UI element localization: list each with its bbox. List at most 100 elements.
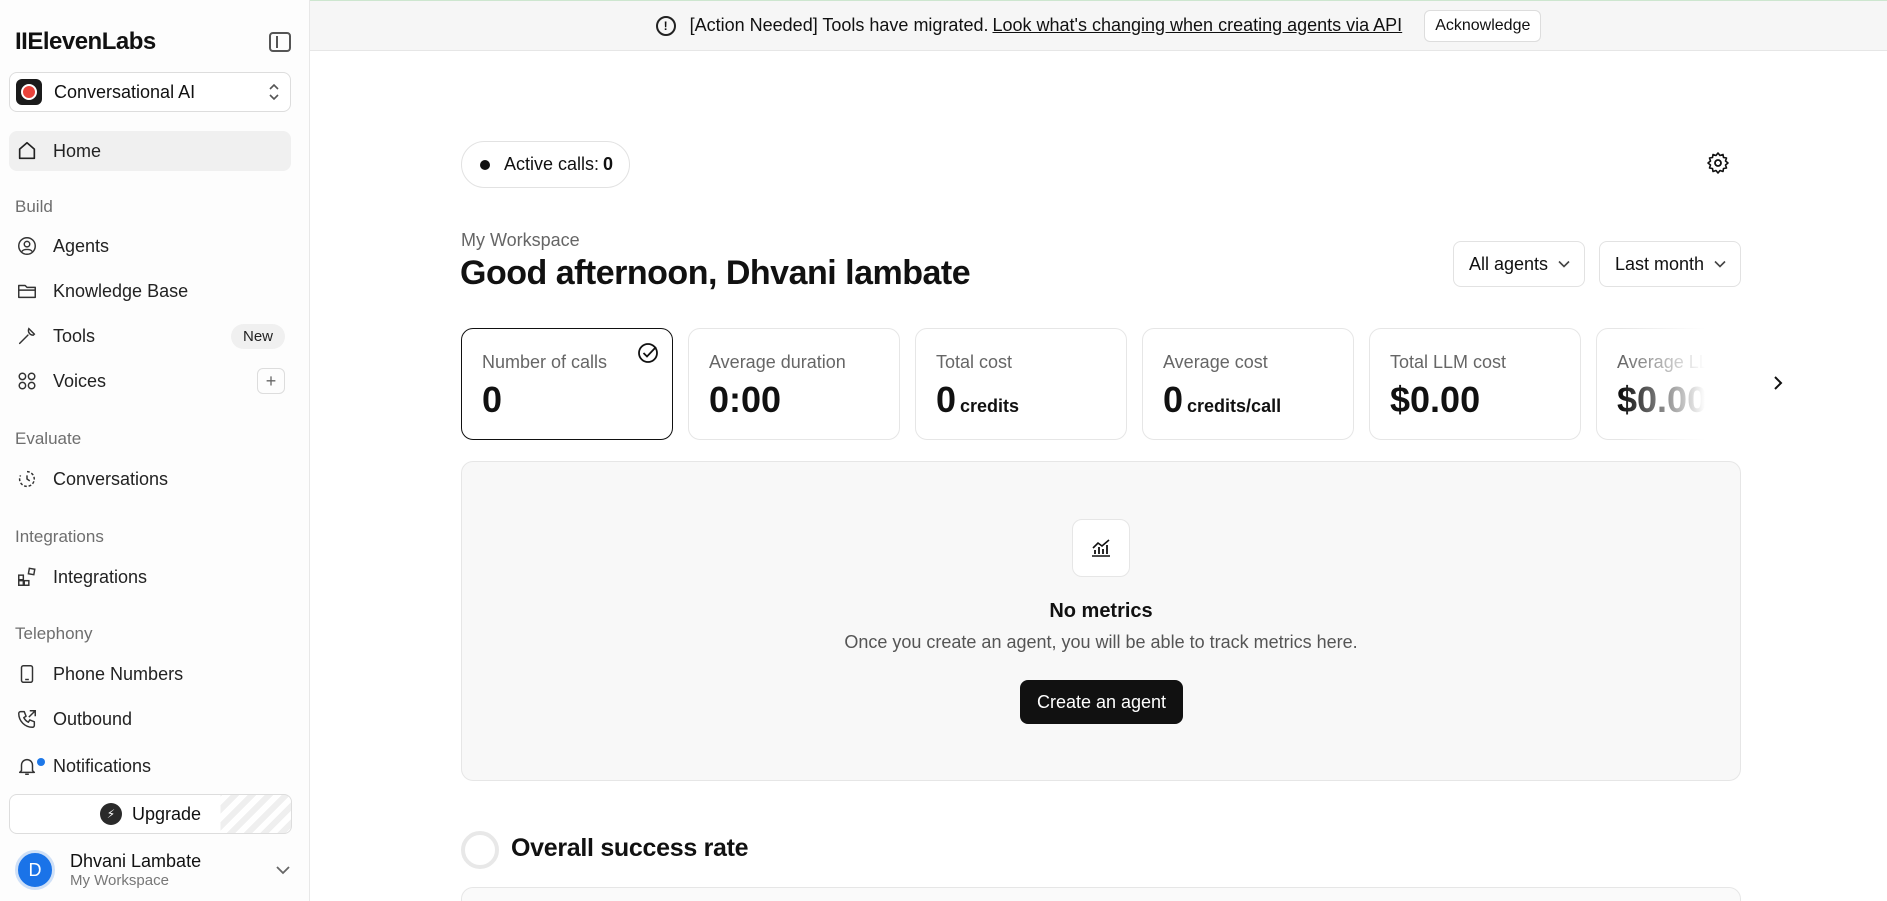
- sidebar-item-knowledge-base[interactable]: Knowledge Base: [9, 271, 291, 311]
- period-filter-label: Last month: [1615, 253, 1705, 274]
- sidebar-item-outbound[interactable]: Outbound: [9, 699, 291, 739]
- metrics-empty-state: No metrics Once you create an agent, you…: [461, 461, 1741, 781]
- metric-value: 0 credits/call: [1163, 379, 1333, 421]
- acknowledge-button[interactable]: Acknowledge: [1424, 9, 1542, 42]
- metric-number: $0.00: [1390, 379, 1481, 420]
- gear-icon[interactable]: [1706, 151, 1730, 175]
- sidebar-item-label: Voices: [53, 370, 107, 391]
- active-calls-label: Active calls:: [504, 154, 600, 174]
- user-name: Dhvani Lambate: [70, 851, 202, 871]
- create-agent-button[interactable]: Create an agent: [1020, 680, 1183, 724]
- metric-label: Total cost: [936, 352, 1013, 372]
- workspace-label: My Workspace: [461, 230, 580, 250]
- success-rate-panel: [461, 887, 1741, 901]
- agent-icon: [15, 234, 39, 258]
- sidebar-item-label: Phone Numbers: [53, 663, 184, 684]
- sidebar-item-label: Knowledge Base: [53, 280, 189, 301]
- agents-filter-label: All agents: [1469, 253, 1549, 274]
- period-filter-dropdown[interactable]: Last month: [1599, 241, 1742, 287]
- sidebar-item-label: Notifications: [53, 755, 152, 776]
- metric-unit: credits/call: [1187, 396, 1282, 416]
- check-circle-icon: [638, 343, 658, 363]
- section-integrations: Integrations: [15, 527, 104, 546]
- chart-icon: [1072, 519, 1130, 577]
- chevron-down-icon: [1558, 260, 1570, 268]
- avatar: D: [15, 850, 55, 890]
- folder-icon: [15, 279, 39, 303]
- sidebar: IIElevenLabs Conversational AI Home Buil…: [0, 0, 310, 901]
- phone-outgoing-icon: [15, 707, 39, 731]
- metric-number: 0: [482, 379, 503, 420]
- metrics-row: Number of calls 0 Average duration 0:00 …: [461, 328, 1741, 441]
- sidebar-item-label: Tools: [53, 325, 96, 346]
- sidebar-item-label: Agents: [53, 235, 110, 256]
- chevron-right-icon[interactable]: [1770, 372, 1786, 394]
- sidebar-item-agents[interactable]: Agents: [9, 226, 291, 266]
- metric-unit: credits: [960, 396, 1020, 416]
- sidebar-item-label: Home: [53, 140, 102, 161]
- chevron-down-icon: [1714, 260, 1726, 268]
- product-logo-icon: [16, 79, 42, 105]
- upgrade-button[interactable]: ⚡ Upgrade: [9, 794, 292, 834]
- active-calls-value: 0: [603, 154, 614, 174]
- sidebar-item-conversations[interactable]: Conversations: [9, 459, 291, 499]
- new-badge: New: [230, 323, 285, 349]
- sidebar-item-home[interactable]: Home: [9, 131, 291, 171]
- sidebar-item-voices[interactable]: Voices +: [9, 361, 291, 401]
- metric-number: 0: [936, 379, 957, 420]
- home-icon: [15, 139, 39, 163]
- user-text: Dhvani Lambate My Workspace: [70, 850, 275, 890]
- sidebar-item-phone-numbers[interactable]: Phone Numbers: [9, 654, 291, 694]
- sidebar-item-integrations[interactable]: Integrations: [9, 557, 291, 597]
- metric-card-average-llm-cost[interactable]: Average LLM cost $0.00/min: [1596, 328, 1741, 440]
- sidebar-item-tools[interactable]: Tools New: [9, 316, 291, 356]
- success-rate-title: Overall success rate: [511, 834, 749, 862]
- metric-label: Average LLM cost: [1617, 352, 1741, 372]
- product-label: Conversational AI: [54, 81, 196, 102]
- bell-icon: [15, 754, 45, 778]
- sidebar-collapse-icon[interactable]: [269, 32, 291, 52]
- logo-row: IIElevenLabs: [15, 26, 291, 58]
- metric-label: Number of calls: [482, 352, 608, 372]
- section-build: Build: [15, 197, 53, 216]
- metric-label: Total LLM cost: [1390, 352, 1507, 372]
- metric-value: 0:00: [709, 379, 879, 421]
- section-telephony: Telephony: [15, 624, 93, 643]
- metric-card-duration[interactable]: Average duration 0:00: [688, 328, 900, 440]
- add-voice-button[interactable]: +: [257, 368, 285, 394]
- brand-logo[interactable]: IIElevenLabs: [15, 28, 156, 56]
- alert-icon: !: [655, 15, 676, 36]
- metric-card-total-llm-cost[interactable]: Total LLM cost $0.00: [1369, 328, 1581, 440]
- metric-number: 0: [1163, 379, 1184, 420]
- user-workspace: My Workspace: [70, 872, 169, 889]
- metric-number: $0.00: [1617, 379, 1708, 420]
- puzzle-icon: [15, 565, 39, 589]
- metric-value: $0.00: [1390, 379, 1560, 421]
- product-switcher[interactable]: Conversational AI: [9, 72, 291, 112]
- notification-dot: [37, 758, 45, 766]
- wrench-icon: [15, 324, 39, 348]
- metric-value: $0.00/min: [1617, 379, 1741, 421]
- agents-filter-dropdown[interactable]: All agents: [1453, 241, 1586, 287]
- announcement-banner: ! [Action Needed] Tools have migrated. L…: [310, 0, 1887, 51]
- metric-unit: /min: [1711, 396, 1741, 416]
- empty-subtitle: Once you create an agent, you will be ab…: [844, 632, 1358, 652]
- metric-card-total-cost[interactable]: Total cost 0 credits: [915, 328, 1127, 440]
- metric-card-calls[interactable]: Number of calls 0: [461, 328, 673, 440]
- metric-card-average-cost[interactable]: Average cost 0 credits/call: [1142, 328, 1354, 440]
- metric-label: Average duration: [709, 352, 846, 372]
- empty-title: No metrics: [1049, 600, 1153, 622]
- section-evaluate: Evaluate: [15, 429, 82, 448]
- banner-link[interactable]: Look what's changing when creating agent…: [992, 15, 1402, 36]
- upgrade-label: Upgrade: [131, 803, 202, 824]
- bolt-icon: ⚡: [99, 803, 122, 825]
- user-menu[interactable]: D Dhvani Lambate My Workspace: [15, 847, 291, 893]
- sidebar-item-label: Integrations: [53, 566, 148, 587]
- updown-chevron-icon: [268, 83, 280, 101]
- sidebar-item-notifications[interactable]: Notifications: [9, 746, 291, 786]
- page-title: Good afternoon, Dhvani lambate: [460, 254, 971, 292]
- active-calls-pill: Active calls: 0: [461, 141, 631, 188]
- history-icon: [15, 467, 39, 491]
- metric-value: 0 credits: [936, 379, 1106, 421]
- sidebar-item-label: Conversations: [53, 468, 169, 489]
